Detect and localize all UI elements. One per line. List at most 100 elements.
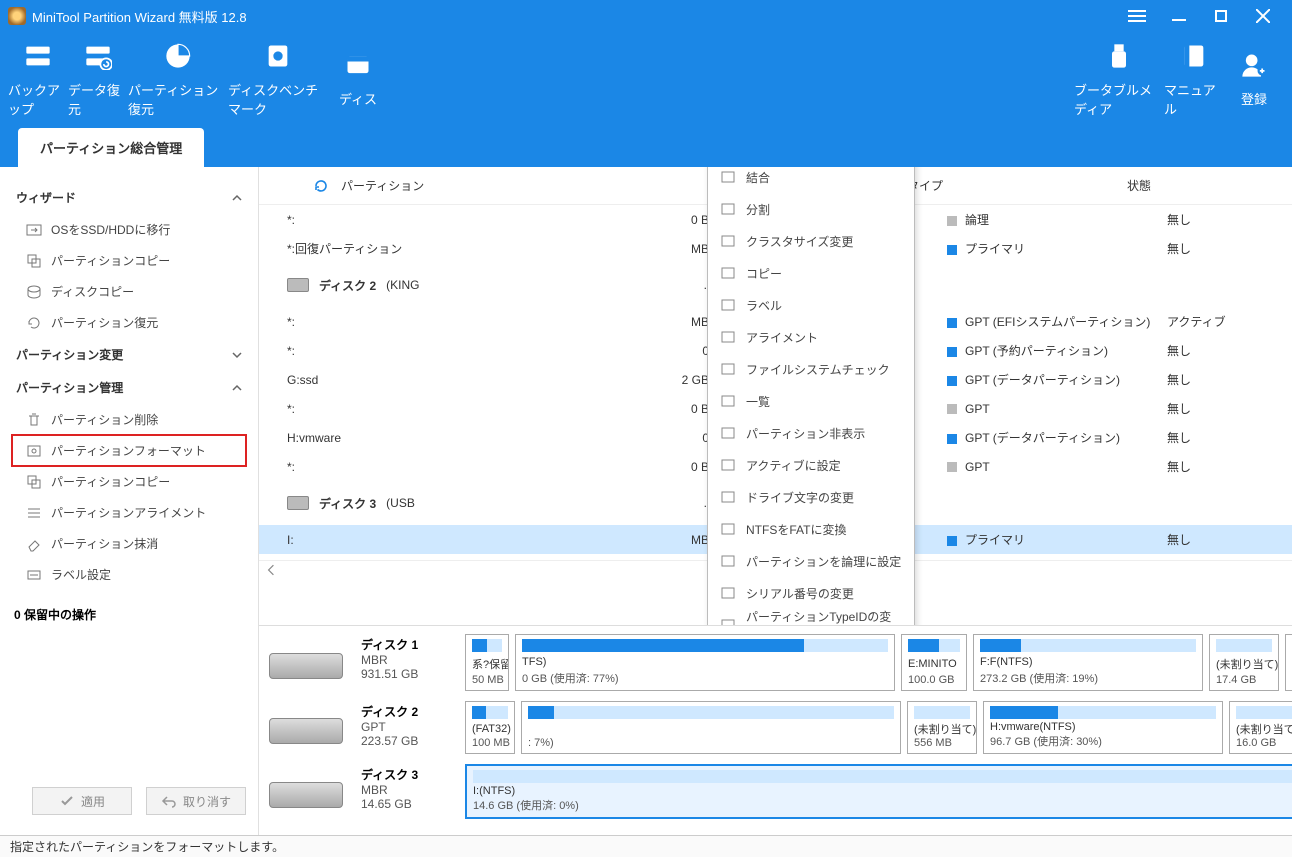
- minimize-button[interactable]: [1158, 0, 1200, 32]
- status-bar: 指定されたパーティションをフォーマットします。: [0, 835, 1292, 857]
- toolbar-register[interactable]: 登録: [1224, 32, 1284, 127]
- manage-align-partition[interactable]: パーティションアライメント: [12, 497, 246, 528]
- manage-label[interactable]: ラベル設定: [12, 559, 246, 590]
- ctx-label: ドライブ文字の変更: [746, 489, 854, 506]
- wizard-partition-recovery[interactable]: パーティション復元: [12, 307, 246, 338]
- disk-map-partition[interactable]: E:MINITO100.0 GB: [901, 634, 967, 691]
- ctx-item-11[interactable]: 一覧: [708, 385, 914, 417]
- ctx-label: パーティションTypeIDの変更: [746, 608, 902, 625]
- ctx-item-9[interactable]: アライメント: [708, 321, 914, 353]
- ctx-icon: [720, 361, 736, 377]
- group-partition-manage[interactable]: パーティション管理: [12, 371, 246, 404]
- ctx-item-17[interactable]: シリアル番号の変更: [708, 577, 914, 609]
- disk-map-partition[interactable]: F:F(NTFS)273.2 GB (使用済: 19%): [973, 634, 1203, 691]
- disk-icon: [269, 653, 343, 679]
- group-wizard[interactable]: ウィザード: [12, 181, 246, 214]
- ctx-icon: [720, 201, 736, 217]
- manage-delete-partition[interactable]: パーティション削除: [12, 404, 246, 435]
- disk-copy-icon: [26, 284, 42, 300]
- maximize-button[interactable]: [1200, 0, 1242, 32]
- ctx-item-10[interactable]: ファイルシステムチェック: [708, 353, 914, 385]
- manage-copy-partition[interactable]: パーティションコピー: [12, 466, 246, 497]
- ctx-icon: [720, 297, 736, 313]
- tab-partition-management[interactable]: パーティション総合管理: [18, 128, 204, 167]
- usb-icon: [1105, 42, 1133, 70]
- disk-map-partition[interactable]: 回復パーティ560 MB (使: [1285, 634, 1292, 691]
- toolbar-backup[interactable]: バックアップ: [8, 32, 68, 127]
- col-type[interactable]: タイプ: [899, 177, 1119, 194]
- ctx-item-7[interactable]: コピー: [708, 257, 914, 289]
- col-partition[interactable]: パーティション: [259, 177, 649, 194]
- ctx-item-14[interactable]: ドライブ文字の変更: [708, 481, 914, 513]
- chevron-up-icon: [232, 193, 242, 203]
- ctx-label: クラスタサイズ変更: [746, 233, 853, 250]
- ctx-label: 結合: [746, 169, 770, 186]
- ctx-icon: [720, 265, 736, 281]
- trash-icon: [26, 412, 42, 428]
- ctx-item-16[interactable]: パーティションを論理に設定: [708, 545, 914, 577]
- ctx-icon: [720, 393, 736, 409]
- ctx-label: パーティション非表示: [746, 425, 865, 442]
- ctx-label: シリアル番号の変更: [746, 585, 854, 602]
- disk-map-partition[interactable]: (未割り当て)16.0 GB: [1229, 701, 1292, 754]
- ctx-label: ラベル: [746, 297, 782, 314]
- manage-wipe-partition[interactable]: パーティション抹消: [12, 528, 246, 559]
- ctx-item-18[interactable]: パーティションTypeIDの変更: [708, 609, 914, 625]
- ctx-icon: [720, 169, 736, 185]
- disk-map-row: ディスク 2GPT223.57 GB(FAT32)100 MB: 7%)(未割り…: [269, 701, 1292, 754]
- undo-button[interactable]: 取り消す: [146, 787, 246, 815]
- col-state[interactable]: 状態: [1119, 177, 1219, 194]
- disk-map-partition[interactable]: 系?保留50 MB: [465, 634, 509, 691]
- label-icon: [26, 567, 42, 583]
- wizard-partition-copy[interactable]: パーティションコピー: [12, 245, 246, 276]
- ctx-item-12[interactable]: パーティション非表示: [708, 417, 914, 449]
- refresh-icon: [313, 178, 329, 194]
- ctx-label: 分割: [746, 201, 770, 218]
- user-plus-icon: [1240, 51, 1268, 79]
- disk-maps: ディスク 1MBR931.51 GB系?保留50 MBTFS)0 GB (使用済…: [259, 625, 1292, 835]
- wizard-migrate-os[interactable]: OSをSSD/HDDに移行: [12, 214, 246, 245]
- toolbar-partition-recovery[interactable]: パーティション復元: [128, 32, 228, 127]
- disk-map-partition[interactable]: I:(NTFS)14.6 GB (使用済: 0%): [465, 764, 1292, 819]
- copy-icon: [26, 253, 42, 269]
- status-text: 指定されたパーティションをフォーマットします。: [10, 838, 284, 855]
- ctx-label: パーティションを論理に設定: [746, 553, 901, 570]
- ctx-icon: [720, 617, 736, 625]
- toolbar-manual[interactable]: マニュアル: [1164, 32, 1224, 127]
- disk-map-partition[interactable]: (FAT32)100 MB: [465, 701, 515, 754]
- ctx-icon: [720, 585, 736, 601]
- toolbar-benchmark[interactable]: ディスクベンチマーク: [228, 32, 328, 127]
- chevron-up-icon: [232, 383, 242, 393]
- wizard-disk-copy[interactable]: ディスクコピー: [12, 276, 246, 307]
- disk-map-partition[interactable]: (未割り当て)17.4 GB: [1209, 634, 1279, 691]
- app-logo-icon: [8, 7, 26, 25]
- ctx-label: アライメント: [746, 329, 818, 346]
- apply-button[interactable]: 適用: [32, 787, 132, 815]
- disk-map-partition[interactable]: : 7%): [521, 701, 901, 754]
- ctx-item-13[interactable]: アクティブに設定: [708, 449, 914, 481]
- menu-button[interactable]: [1116, 0, 1158, 32]
- ctx-icon: [720, 233, 736, 249]
- disk-map-partition[interactable]: (未割り当て)556 MB: [907, 701, 977, 754]
- format-icon: [26, 443, 42, 459]
- ctx-icon: [720, 425, 736, 441]
- toolbar-data-recovery[interactable]: データ復元: [68, 32, 128, 127]
- manage-format-partition[interactable]: パーティションフォーマット: [12, 435, 246, 466]
- ctx-item-6[interactable]: クラスタサイズ変更: [708, 225, 914, 257]
- chevron-down-icon: [232, 350, 242, 360]
- main-toolbar: バックアップ データ復元 パーティション復元 ディスクベンチマーク ディス ブー…: [0, 32, 1292, 127]
- toolbar-bootable-media[interactable]: ブータブルメディア: [1074, 32, 1164, 127]
- backup-icon: [24, 42, 52, 70]
- group-partition-change[interactable]: パーティション変更: [12, 338, 246, 371]
- toolbar-disk-x[interactable]: ディス: [328, 32, 388, 127]
- disk-map-partition[interactable]: H:vmware(NTFS)96.7 GB (使用済: 30%): [983, 701, 1223, 754]
- disk-map-partition[interactable]: TFS)0 GB (使用済: 77%): [515, 634, 895, 691]
- ctx-item-15[interactable]: NTFSをFATに変換: [708, 513, 914, 545]
- align-icon: [26, 505, 42, 521]
- close-button[interactable]: [1242, 0, 1284, 32]
- ctx-item-4[interactable]: 結合: [708, 167, 914, 193]
- ctx-item-5[interactable]: 分割: [708, 193, 914, 225]
- disk-map-row: ディスク 3MBR14.65 GBI:(NTFS)14.6 GB (使用済: 0…: [269, 764, 1292, 819]
- ctx-item-8[interactable]: ラベル: [708, 289, 914, 321]
- partition-recovery-icon: [164, 42, 192, 70]
